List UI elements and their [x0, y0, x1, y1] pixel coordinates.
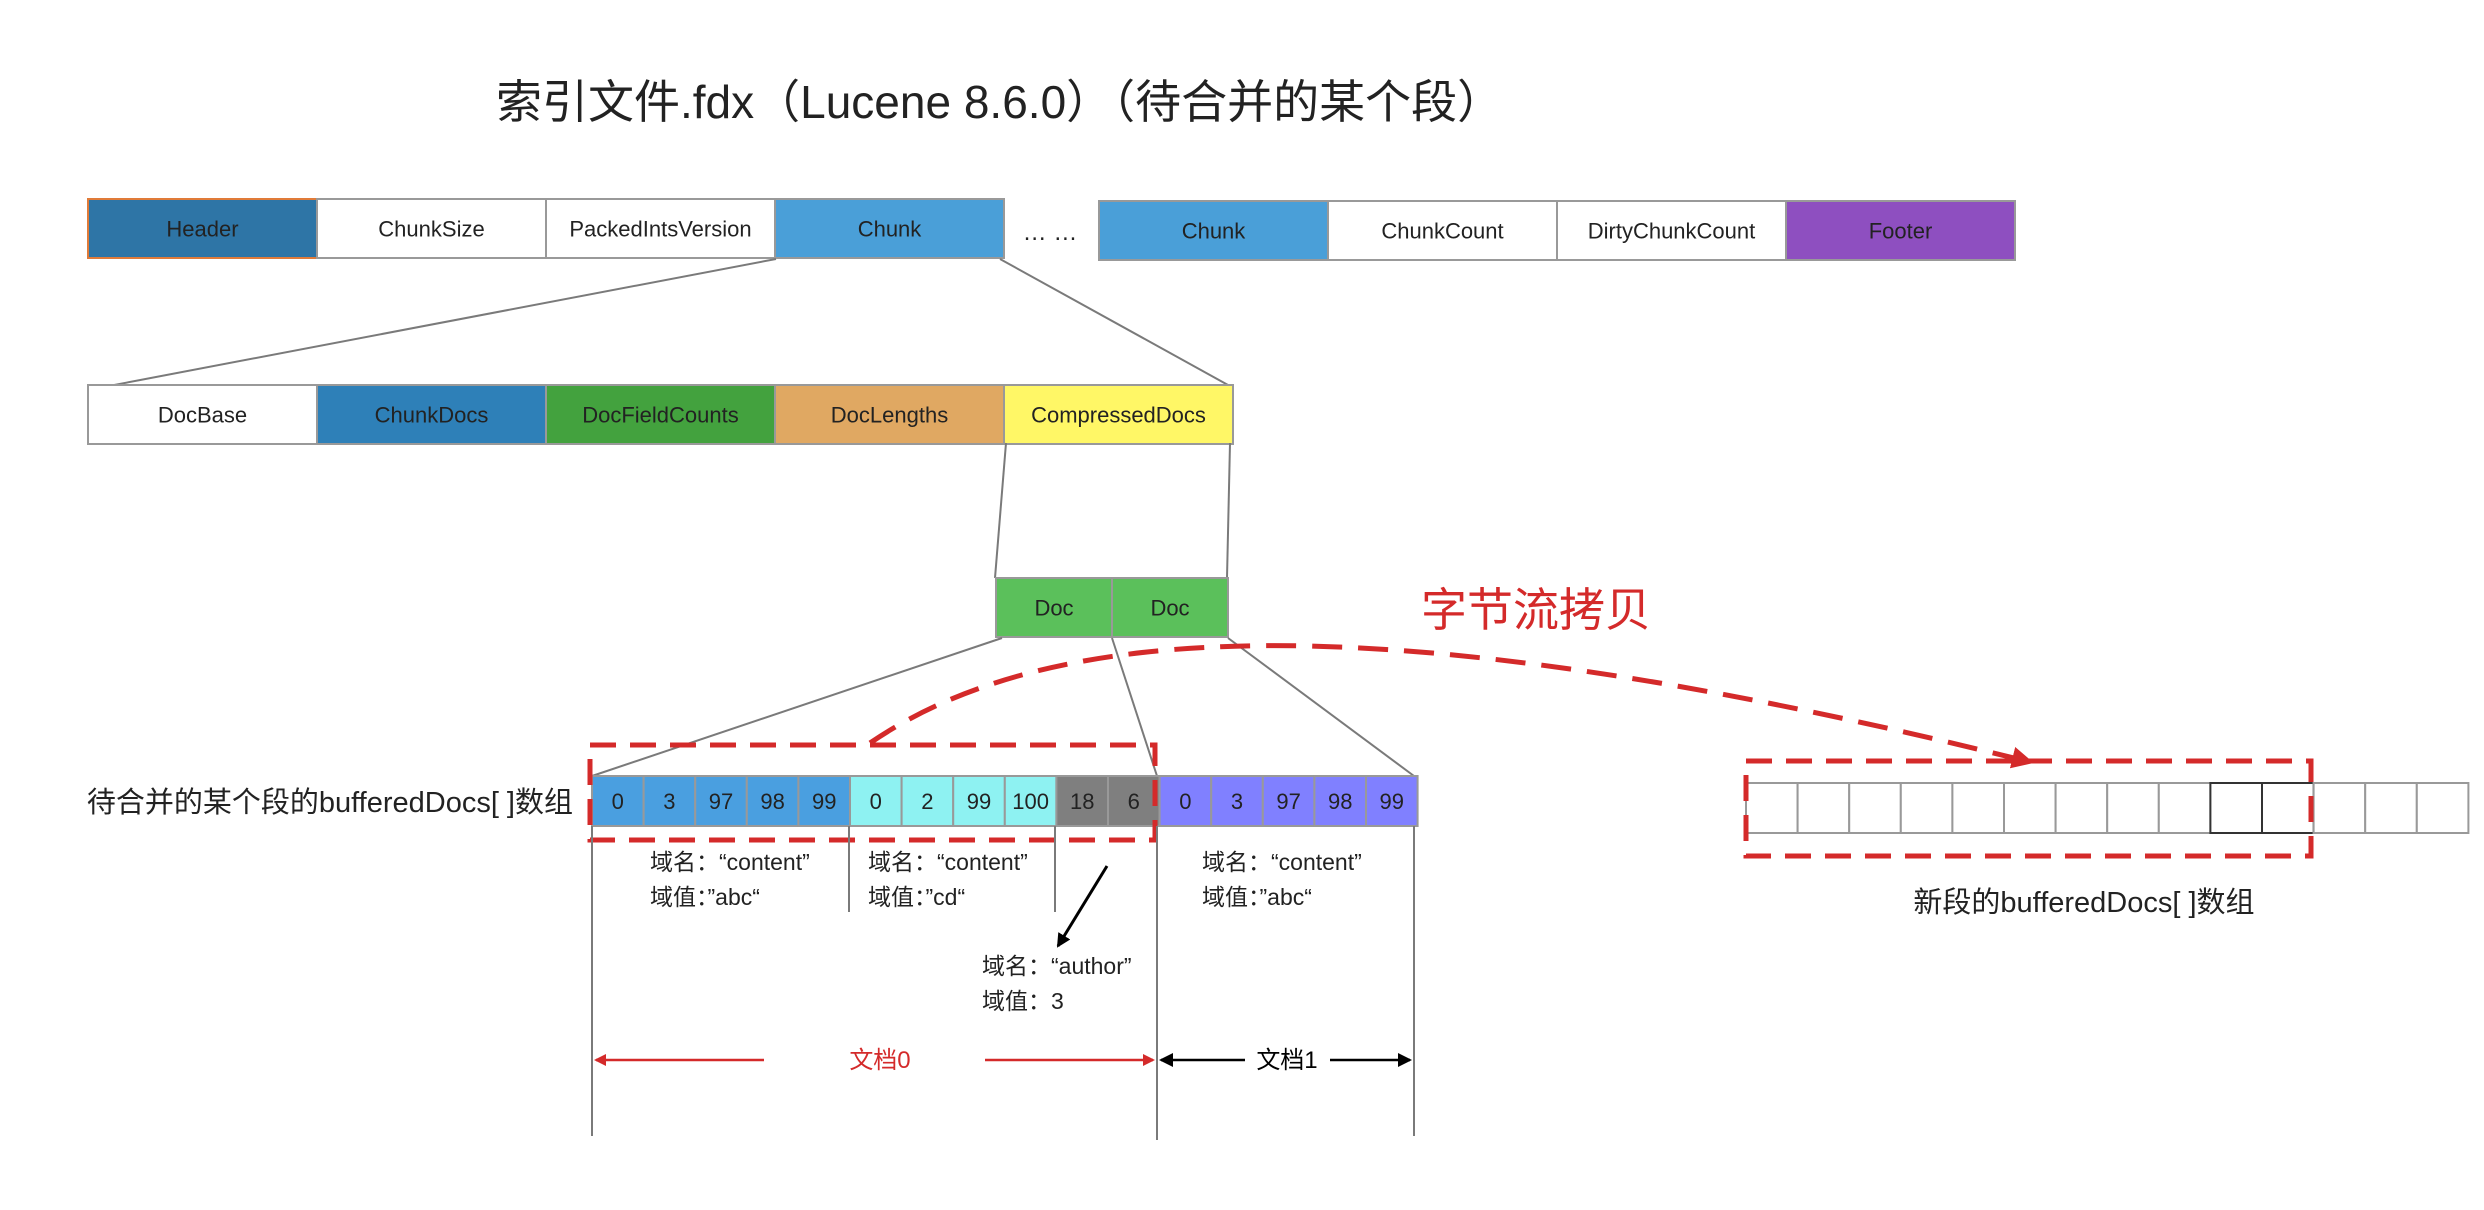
buffer-byte-cell-label: 3	[663, 789, 675, 814]
chunk-field-cell-label: DocLengths	[831, 402, 948, 427]
new-buffered-docs-label: 新段的bufferedDocs[ ]数组	[1913, 886, 2254, 919]
doc1-span: 文档1	[1159, 1047, 1412, 1074]
new-buffer-cell	[1951, 782, 2006, 834]
buffer-byte-cell-label: 99	[812, 789, 836, 814]
top-row-cell-label: ChunkSize	[378, 216, 484, 241]
doc0-span: 文档0	[594, 1047, 1155, 1074]
buffer-byte-cell-label: 99	[967, 789, 991, 814]
buffer-byte-cell-label: 99	[1380, 789, 1404, 814]
top-row-right-cell-label: Footer	[1869, 218, 1933, 243]
new-buffer-cell	[2054, 782, 2109, 834]
buffered-docs-label: 待合并的某个段的bufferedDocs[ ]数组	[87, 786, 573, 819]
doc1-label: 文档1	[1256, 1047, 1317, 1074]
new-buffer-cell	[2003, 782, 2057, 834]
chunk-field-cell-label: DocBase	[158, 402, 247, 427]
new-buffer-cell	[2106, 782, 2160, 834]
docs-expansion-lines	[994, 442, 1231, 579]
fdx-diagram: 索引文件.fdx（Lucene 8.6.0）（待合并的某个段） Header Ch…	[87, 76, 2470, 1140]
doc-cell-label: Doc	[1150, 595, 1189, 620]
new-buffer-cell	[2364, 782, 2418, 834]
doc-cell-label: Doc	[1034, 595, 1073, 620]
field3-name: 域名：“author”	[982, 953, 1132, 979]
new-buffer-cell	[2415, 782, 2470, 834]
new-buffer-cell	[2312, 782, 2367, 834]
buffer-byte-cell-label: 98	[1328, 789, 1352, 814]
page-title: 索引文件.fdx（Lucene 8.6.0）（待合并的某个段）	[496, 76, 1503, 128]
field1-value: 域值：”abc“	[650, 884, 760, 910]
buffer-byte-cell-label: 98	[760, 789, 784, 814]
buffer-byte-cell-label: 18	[1070, 789, 1094, 814]
field3-pointer-arrow	[1056, 865, 1109, 948]
doc-row: Doc Doc	[995, 577, 1229, 638]
chunk-fields-row: DocBase ChunkDocs DocFieldCounts DocLengths…	[87, 384, 1234, 445]
top-row-cell-label: PackedIntsVersion	[569, 216, 751, 241]
new-buffer-cell	[2157, 782, 2212, 834]
doc0-label: 文档0	[849, 1047, 910, 1074]
byte-copy-label: 字节流拷贝	[1421, 584, 1651, 636]
buffer-byte-cell-label: 6	[1128, 789, 1140, 814]
buffered-docs-array: 0 3 97 98 99 0 2 99 100 18 6 0 3 97 98 99	[591, 775, 1419, 827]
chunk-field-cell-label: CompressedDocs	[1031, 402, 1206, 427]
top-row-right-cell-label: ChunkCount	[1381, 218, 1503, 243]
buffer-byte-cell-label: 3	[1231, 789, 1243, 814]
chunk-expansion-lines	[92, 258, 1229, 390]
field4-name: 域名：“content”	[1202, 849, 1362, 875]
top-row-ellipsis: … …	[1023, 219, 1078, 246]
buffer-byte-cell-label: 2	[921, 789, 933, 814]
new-buffered-docs-array	[1745, 782, 2470, 834]
new-buffer-cell	[1899, 782, 1954, 834]
buffer-byte-cell-label: 97	[1276, 789, 1300, 814]
new-buffer-cell	[2209, 782, 2263, 834]
top-row-cell-label: Header	[166, 216, 238, 241]
top-row-right-cell-label: DirtyChunkCount	[1588, 218, 1756, 243]
chunk-field-cell-label: DocFieldCounts	[582, 402, 739, 427]
new-buffer-cell	[1796, 782, 1851, 834]
field2-value: 域值：”cd“	[868, 884, 965, 910]
buffer-byte-cell-label: 0	[1179, 789, 1191, 814]
buffer-byte-cell-label: 100	[1012, 789, 1049, 814]
new-buffer-cell	[1848, 782, 1902, 834]
chunk-field-cell-label: ChunkDocs	[375, 402, 489, 427]
buffer-byte-cell-label: 97	[709, 789, 733, 814]
buffer-byte-cell-label: 0	[870, 789, 882, 814]
field2-name: 域名：“content”	[868, 849, 1028, 875]
field1-name: 域名：“content”	[650, 849, 810, 875]
buffer-expansion-lines	[591, 637, 1415, 777]
top-row-cell-label: Chunk	[858, 216, 923, 241]
top-row-right-cell-label: Chunk	[1182, 218, 1247, 243]
field3-value: 域值：3	[982, 988, 1064, 1014]
new-buffer-cell	[2261, 782, 2315, 834]
diagram-stage: 索引文件.fdx（Lucene 8.6.0）（待合并的某个段） Header Ch…	[0, 0, 2484, 1210]
new-buffer-cell	[1745, 782, 1799, 834]
buffer-byte-cell-label: 0	[612, 789, 624, 814]
field4-value: 域值：”abc“	[1202, 884, 1312, 910]
